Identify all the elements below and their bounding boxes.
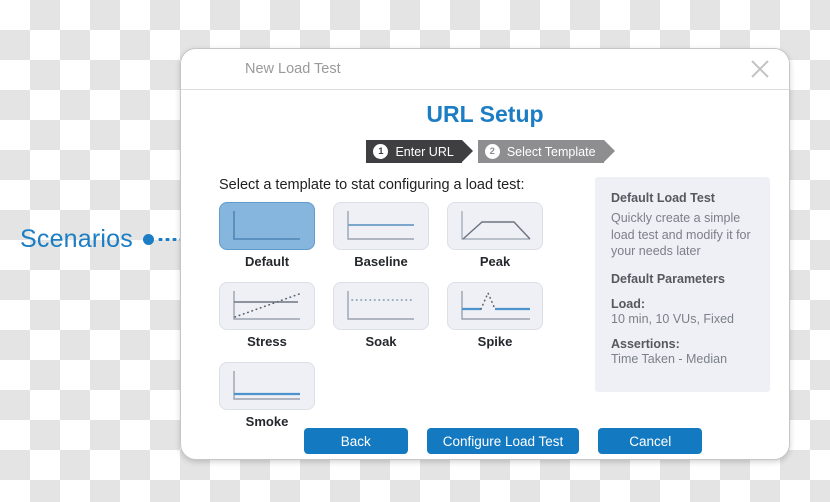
cancel-button[interactable]: Cancel [598,428,703,454]
step-1-number: 1 [373,144,389,159]
default-thumb [219,202,315,250]
spike-thumb [447,282,543,330]
back-button[interactable]: Back [303,428,408,454]
info-load-value: 10 min, 10 VUs, Fixed [611,311,734,326]
template-info-panel: Default Load Test Quickly create a simpl… [595,177,770,392]
soak-thumb [333,282,429,330]
step-2-label: Select Template [506,144,596,159]
template-label-peak: Peak [479,254,511,269]
template-label-soak: Soak [365,334,397,349]
step-enter-url[interactable]: 1 Enter URL [366,140,473,163]
template-grid: Default Baseline Peak Stress Soak Spike … [219,202,579,436]
template-label-spike: Spike [477,334,513,349]
configure-load-test-button[interactable]: Configure Load Test [426,428,580,454]
window-title: New Load Test [245,61,341,77]
step-select-template[interactable]: 2 Select Template [477,140,615,163]
scenarios-label: Scenarios [20,224,133,253]
dialog-body: URL Setup 1 Enter URL 2 Select Template … [181,101,789,459]
template-label-smoke: Smoke [245,414,289,429]
info-params-heading: Default Parameters [611,271,725,286]
template-label-stress: Stress [247,334,287,349]
info-description: Quickly create a simple load test and mo… [611,211,751,258]
template-card-stress[interactable]: Stress [219,282,315,356]
stress-thumb [219,282,315,330]
template-card-smoke[interactable]: Smoke [219,362,315,436]
template-label-default: Default [244,254,290,269]
select-template-prompt: Select a template to stat configuring a … [219,177,525,193]
template-card-default[interactable]: Default [219,202,315,276]
step-1-label: Enter URL [395,144,454,159]
dialog-title-bar: New Load Test [181,49,789,90]
dialog-content: Select a template to stat configuring a … [181,163,789,436]
info-title: Default Load Test [611,191,715,205]
step-2-arrow [603,140,615,162]
close-icon[interactable] [745,54,775,84]
page-title: URL Setup [426,101,544,127]
step-indicator: 1 Enter URL 2 Select Template [181,140,789,163]
template-card-spike[interactable]: Spike [447,282,543,356]
baseline-thumb [333,202,429,250]
template-card-baseline[interactable]: Baseline [333,202,429,276]
template-selection-column: Select a template to stat configuring a … [219,177,579,436]
scenarios-annotation: Scenarios [20,222,185,256]
step-2-number: 2 [484,144,500,159]
template-label-baseline: Baseline [354,254,408,269]
step-1-arrow [461,140,473,162]
new-load-test-dialog: New Load Test URL Setup 1 Enter URL 2 Se… [180,48,790,460]
dialog-footer: Back Configure Load Test Cancel [181,428,789,454]
template-card-soak[interactable]: Soak [333,282,429,356]
info-load-label: Load: [611,296,646,311]
peak-thumb [447,202,543,250]
info-assertions-value: Time Taken - Median [611,351,728,366]
template-card-peak[interactable]: Peak [447,202,543,276]
smoke-thumb [219,362,315,410]
scenarios-bullet-dot [142,233,154,245]
info-assertions-label: Assertions: [611,336,680,351]
